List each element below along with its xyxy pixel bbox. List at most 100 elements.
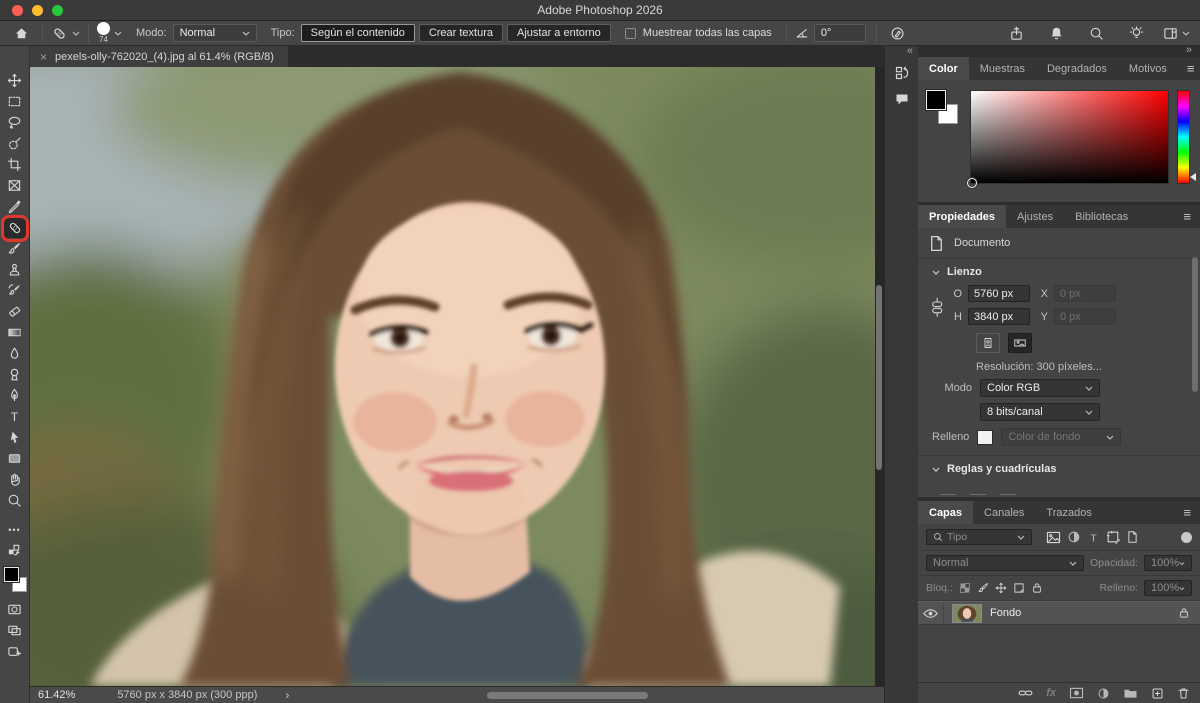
collapse-dock-icon[interactable]: « [907,45,913,57]
landscape-orientation-button[interactable] [1008,333,1032,353]
panel-menu-icon[interactable]: ≡ [1174,501,1200,524]
fill-color-swatch[interactable] [977,430,993,445]
layer-fill-input[interactable]: 100% [1144,580,1192,596]
discover-button[interactable] [1123,23,1149,44]
brush-size-picker[interactable]: 74 [97,22,110,44]
layer-styles-button[interactable]: fx [1046,687,1056,699]
color-swatches-widget[interactable] [926,90,962,128]
crop-tool[interactable] [2,154,28,175]
type-content-aware-button[interactable]: Según el contenido [301,24,415,42]
tab-trazados[interactable]: Trazados [1035,501,1102,524]
delete-layer-button[interactable] [1177,687,1190,700]
type-create-texture-button[interactable]: Crear textura [419,24,503,42]
width-input[interactable]: 5760 px [968,285,1030,302]
workspace-switcher[interactable] [1163,26,1190,41]
tab-bibliotecas[interactable]: Bibliotecas [1064,205,1139,228]
comments-panel-button[interactable] [885,86,919,112]
filter-smart-objects-button[interactable] [1126,530,1139,544]
search-button[interactable] [1083,23,1109,44]
eyedropper-tool[interactable] [2,196,28,217]
y-input[interactable]: 0 px [1054,308,1116,325]
link-dimensions-icon[interactable] [930,293,944,323]
lock-transparency-button[interactable] [959,582,971,594]
tab-capas[interactable]: Capas [918,501,973,524]
filter-shape-layers-button[interactable] [1106,530,1120,544]
shape-tool[interactable] [2,448,28,469]
document-tab[interactable]: × pexels-olly-762020_(4).jpg al 61.4% (R… [30,46,288,67]
portrait-orientation-button[interactable] [976,333,1000,353]
spot-healing-brush-tool[interactable] [2,217,28,238]
edit-toolbar-button[interactable]: ••• [2,519,28,540]
tab-color[interactable]: Color [918,57,969,80]
dodge-tool[interactable] [2,364,28,385]
tab-propiedades[interactable]: Propiedades [918,205,1006,228]
layer-filter-select[interactable]: Tipo [926,529,1032,545]
move-tool[interactable] [2,70,28,91]
panel-menu-icon[interactable]: ≡ [1174,205,1200,228]
pen-pressure-toggle[interactable] [885,23,911,44]
canvas-horizontal-scrollbar[interactable] [487,692,648,699]
close-tab-icon[interactable]: × [40,50,47,64]
lasso-tool[interactable] [2,112,28,133]
zoom-level-field[interactable]: 61.42% [30,689,87,701]
share-button[interactable] [1003,23,1029,44]
blend-mode-select[interactable]: Normal [926,555,1084,571]
pen-tool[interactable] [2,385,28,406]
tab-muestras[interactable]: Muestras [969,57,1036,80]
mode-select[interactable]: Normal [173,24,257,42]
foreground-color-swatch[interactable] [4,567,19,582]
saturation-field[interactable] [970,90,1169,184]
type-proximity-match-button[interactable]: Ajustar a entorno [507,24,611,42]
angle-input[interactable]: 0° [814,24,866,42]
panel-menu-icon[interactable]: ≡ [1178,57,1200,80]
screen-mode-button[interactable] [2,620,28,641]
notifications-button[interactable] [1043,23,1069,44]
layer-visibility-toggle[interactable] [918,602,944,624]
current-tool-preset[interactable] [51,25,80,42]
height-input[interactable]: 3840 px [968,308,1030,325]
tab-canales[interactable]: Canales [973,501,1035,524]
history-panel-button[interactable] [885,60,919,86]
type-tool[interactable]: T [2,406,28,427]
gradient-tool[interactable] [2,322,28,343]
sample-all-layers-checkbox[interactable] [625,28,636,39]
hand-tool[interactable] [2,469,28,490]
tab-degradados[interactable]: Degradados [1036,57,1118,80]
zoom-tool[interactable] [2,490,28,511]
foreground-background-swatches[interactable] [2,565,28,595]
status-arrow-icon[interactable]: › [257,688,289,702]
brush-tool[interactable] [2,238,28,259]
color-mode-select[interactable]: Color RGB [980,379,1100,397]
layer-row-fondo[interactable]: Fondo [918,601,1200,625]
expand-dock-icon[interactable]: » [1186,44,1192,56]
filter-type-layers-button[interactable]: T [1087,531,1100,544]
opacity-input[interactable]: 100% [1144,555,1192,571]
new-group-button[interactable] [1123,687,1138,699]
canvas-section-header[interactable]: Lienzo [918,259,1200,285]
foreground-color-swatch[interactable] [926,90,946,110]
rulers-section-header[interactable]: Reglas y cuadrículas [918,456,1200,482]
quick-mask-button[interactable] [2,599,28,620]
filter-pixel-layers-button[interactable] [1046,531,1061,544]
frame-tool[interactable] [2,175,28,196]
filter-adjustment-layers-button[interactable] [1067,530,1081,544]
add-layer-mask-button[interactable] [1069,687,1084,699]
path-selection-tool[interactable] [2,427,28,448]
tab-ajustes[interactable]: Ajustes [1006,205,1064,228]
marquee-tool[interactable] [2,91,28,112]
color-cursor[interactable] [967,178,977,188]
x-input[interactable]: 0 px [1054,285,1116,302]
lock-artboard-button[interactable] [1013,582,1025,594]
properties-scrollbar[interactable] [1192,257,1198,392]
hue-slider-arrow[interactable] [1190,173,1196,181]
eraser-tool[interactable] [2,301,28,322]
lock-pixels-button[interactable] [977,582,989,594]
hue-slider[interactable] [1177,90,1190,184]
lock-all-button[interactable] [1031,582,1043,594]
new-layer-button[interactable] [1151,687,1164,700]
canvas-vertical-scrollbar[interactable] [876,285,882,470]
link-layers-button[interactable] [1018,688,1033,698]
bit-depth-select[interactable]: 8 bits/canal [980,403,1100,421]
home-button[interactable] [8,23,34,44]
tab-motivos[interactable]: Motivos [1118,57,1178,80]
